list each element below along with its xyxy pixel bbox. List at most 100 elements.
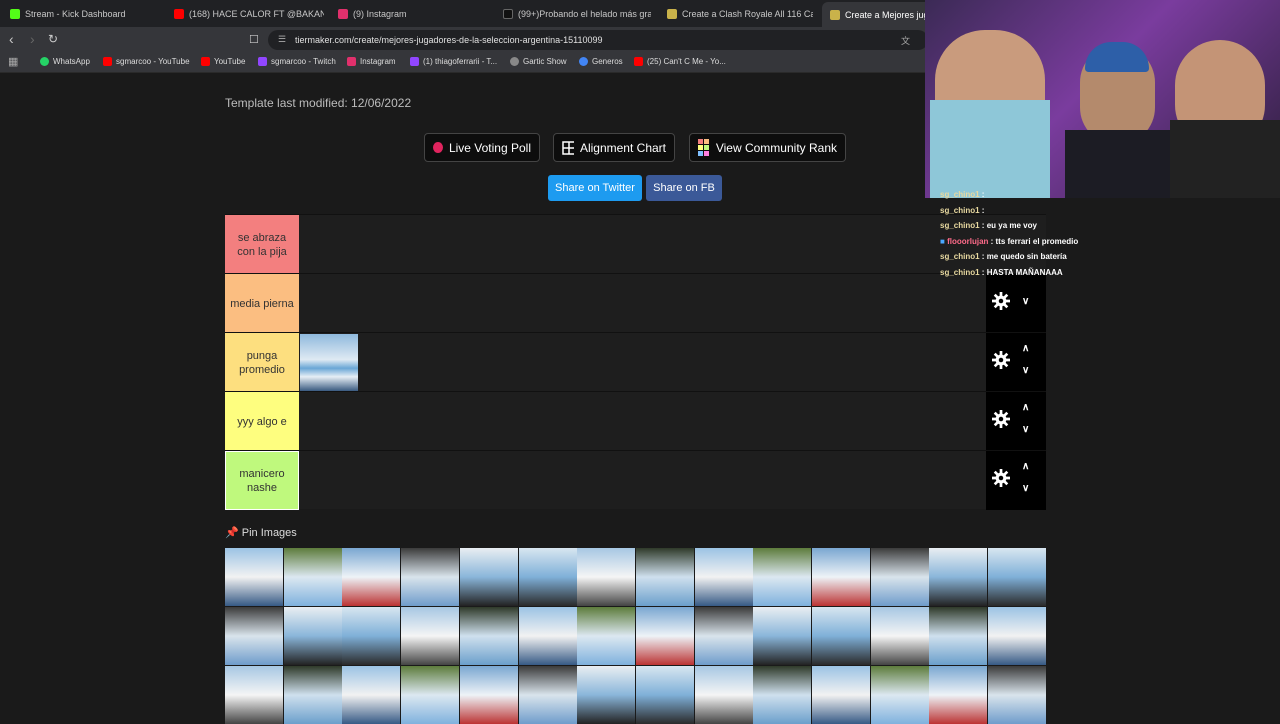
- bookmark-gartic-show[interactable]: Gartic Show: [510, 57, 567, 66]
- view-community-rank-button[interactable]: View Community Rank: [689, 133, 846, 162]
- chevron-up-icon[interactable]: ∧: [1022, 343, 1029, 354]
- player-thumbnail[interactable]: [225, 666, 283, 724]
- player-thumbnail[interactable]: [577, 607, 636, 665]
- player-thumbnail[interactable]: [694, 607, 753, 665]
- bookmark-instagram[interactable]: Instagram: [347, 57, 396, 66]
- player-thumbnail[interactable]: [459, 607, 518, 665]
- tier-label[interactable]: yyy algo e: [225, 392, 299, 451]
- player-thumbnail[interactable]: [929, 607, 988, 665]
- player-thumbnail[interactable]: [459, 548, 518, 606]
- tab-clash-royale[interactable]: Create a Clash Royale All 116 Cards T: [667, 4, 813, 23]
- apps-grid-icon[interactable]: ▦: [8, 55, 18, 68]
- share-twitter-button[interactable]: Share on Twitter: [548, 175, 642, 201]
- player-thumbnail[interactable]: [870, 607, 929, 665]
- chevron-down-icon[interactable]: ∨: [1022, 424, 1029, 435]
- bookmark-sgmarcoo-youtube[interactable]: sgmarcoo - YouTube: [103, 57, 190, 66]
- player-thumbnail[interactable]: [870, 666, 929, 724]
- player-thumbnail[interactable]: [459, 666, 518, 724]
- bookmark-generos[interactable]: Generos: [579, 57, 623, 66]
- player-thumbnail[interactable]: [988, 666, 1047, 724]
- chevron-down-icon[interactable]: ∨: [1022, 365, 1029, 376]
- tier-label[interactable]: media pierna: [225, 274, 299, 333]
- share-fb-button[interactable]: Share on FB: [646, 175, 722, 201]
- player-thumbnail[interactable]: [342, 666, 401, 724]
- bookmark-icon[interactable]: ☐: [249, 33, 259, 46]
- player-thumbnail[interactable]: [929, 548, 988, 606]
- chevron-down-icon[interactable]: ∨: [1022, 483, 1029, 494]
- player-thumbnail[interactable]: [694, 666, 753, 724]
- tier-row[interactable]: punga promedio ∧ ∨: [225, 332, 1046, 392]
- tab-tiermaker-active[interactable]: Create a Mejores juga: [822, 2, 932, 27]
- player-thumbnail[interactable]: [812, 548, 870, 606]
- back-icon[interactable]: ‹: [9, 31, 14, 47]
- translate-icon[interactable]: 文: [901, 34, 910, 47]
- bookmark-sgmarcoo-twitch[interactable]: sgmarcoo - Twitch: [258, 57, 336, 66]
- bookmark-whatsapp[interactable]: WhatsApp: [40, 57, 90, 66]
- bookmark-youtube[interactable]: YouTube: [201, 57, 245, 66]
- player-thumbnail[interactable]: [518, 548, 577, 606]
- player-thumbnail[interactable]: [342, 607, 401, 665]
- player-thumbnail[interactable]: [401, 548, 460, 606]
- chevron-down-icon[interactable]: ∨: [1022, 296, 1029, 307]
- player-thumbnail[interactable]: [283, 548, 342, 606]
- player-thumbnail[interactable]: [753, 548, 812, 606]
- tier-label[interactable]: se abraza con la pija: [225, 215, 299, 274]
- tab-kick-dashboard[interactable]: Stream - Kick Dashboard: [10, 4, 170, 23]
- instagram-icon: [338, 8, 348, 19]
- gear-icon[interactable]: [992, 469, 1010, 487]
- community-rank-icon: [698, 138, 709, 156]
- player-thumbnail[interactable]: [283, 607, 342, 665]
- chevron-up-icon[interactable]: ∧: [1022, 461, 1029, 472]
- player-thumbnail[interactable]: [694, 548, 753, 606]
- player-thumbnail[interactable]: [577, 548, 636, 606]
- site-info-icon[interactable]: ☰: [278, 34, 286, 45]
- player-thumbnail[interactable]: [929, 666, 988, 724]
- pin-images-toggle[interactable]: 📌 Pin Images: [225, 526, 297, 539]
- badge-icon: ■: [940, 236, 945, 246]
- player-thumbnail[interactable]: [342, 548, 401, 606]
- gear-icon[interactable]: [992, 410, 1010, 428]
- tier-row[interactable]: se abraza con la pija: [225, 214, 1046, 274]
- player-thumbnail[interactable]: [225, 548, 283, 606]
- webcam-overlay: [925, 0, 1280, 198]
- chat-message: sg_chino1 :: [940, 205, 985, 215]
- chevron-up-icon[interactable]: ∧: [1022, 402, 1029, 413]
- player-thumbnail[interactable]: [635, 666, 694, 724]
- alignment-chart-button[interactable]: Alignment Chart: [553, 133, 675, 162]
- player-thumbnail[interactable]: [635, 548, 694, 606]
- player-thumbnail[interactable]: [283, 666, 342, 724]
- player-thumbnail[interactable]: [401, 607, 460, 665]
- gear-icon[interactable]: [992, 351, 1010, 369]
- tab-youtube-video[interactable]: (168) HACE CALOR FT @BAKANO68: [174, 4, 324, 23]
- player-thumbnail[interactable]: [988, 607, 1047, 665]
- player-thumbnail[interactable]: [401, 666, 460, 724]
- gear-icon[interactable]: [992, 292, 1010, 310]
- pin-icon: 📌: [225, 527, 239, 539]
- player-thumbnail[interactable]: [812, 607, 870, 665]
- forward-icon[interactable]: ›: [30, 31, 35, 47]
- player-thumbnail[interactable]: [870, 548, 929, 606]
- player-thumbnail[interactable]: [753, 607, 812, 665]
- live-voting-poll-button[interactable]: Live Voting Poll: [424, 133, 540, 162]
- address-bar[interactable]: ☰ tiermaker.com/create/mejores-jugadores…: [268, 30, 928, 50]
- tier-row[interactable]: manicero nashe ∧ ∨: [225, 450, 1046, 510]
- reload-icon[interactable]: ↻: [48, 32, 58, 46]
- player-thumbnail[interactable]: [518, 666, 577, 724]
- player-thumbnail[interactable]: [577, 666, 636, 724]
- player-thumbnail[interactable]: [988, 548, 1047, 606]
- youtube-icon: [174, 8, 184, 19]
- player-thumbnail[interactable]: [812, 666, 870, 724]
- player-thumbnail[interactable]: [518, 607, 577, 665]
- player-thumbnail[interactable]: [225, 607, 283, 665]
- tier-row[interactable]: media pierna ∨: [225, 273, 1046, 333]
- tab-instagram[interactable]: (9) Instagram: [338, 4, 488, 23]
- bookmark-thiagoferrarii[interactable]: (1) thiagoferrarii - T...: [410, 57, 497, 66]
- bookmark-cant-c-me[interactable]: (25) Can't C Me - Yo...: [634, 57, 726, 66]
- tier-row[interactable]: yyy algo e ∧ ∨: [225, 391, 1046, 451]
- tab-tiktok[interactable]: (99+)Probando el helado más grande: [503, 4, 651, 23]
- player-card[interactable]: [300, 334, 358, 391]
- tier-label[interactable]: manicero nashe: [225, 451, 299, 510]
- tier-label[interactable]: punga promedio: [225, 333, 299, 392]
- player-thumbnail[interactable]: [753, 666, 812, 724]
- player-thumbnail[interactable]: [635, 607, 694, 665]
